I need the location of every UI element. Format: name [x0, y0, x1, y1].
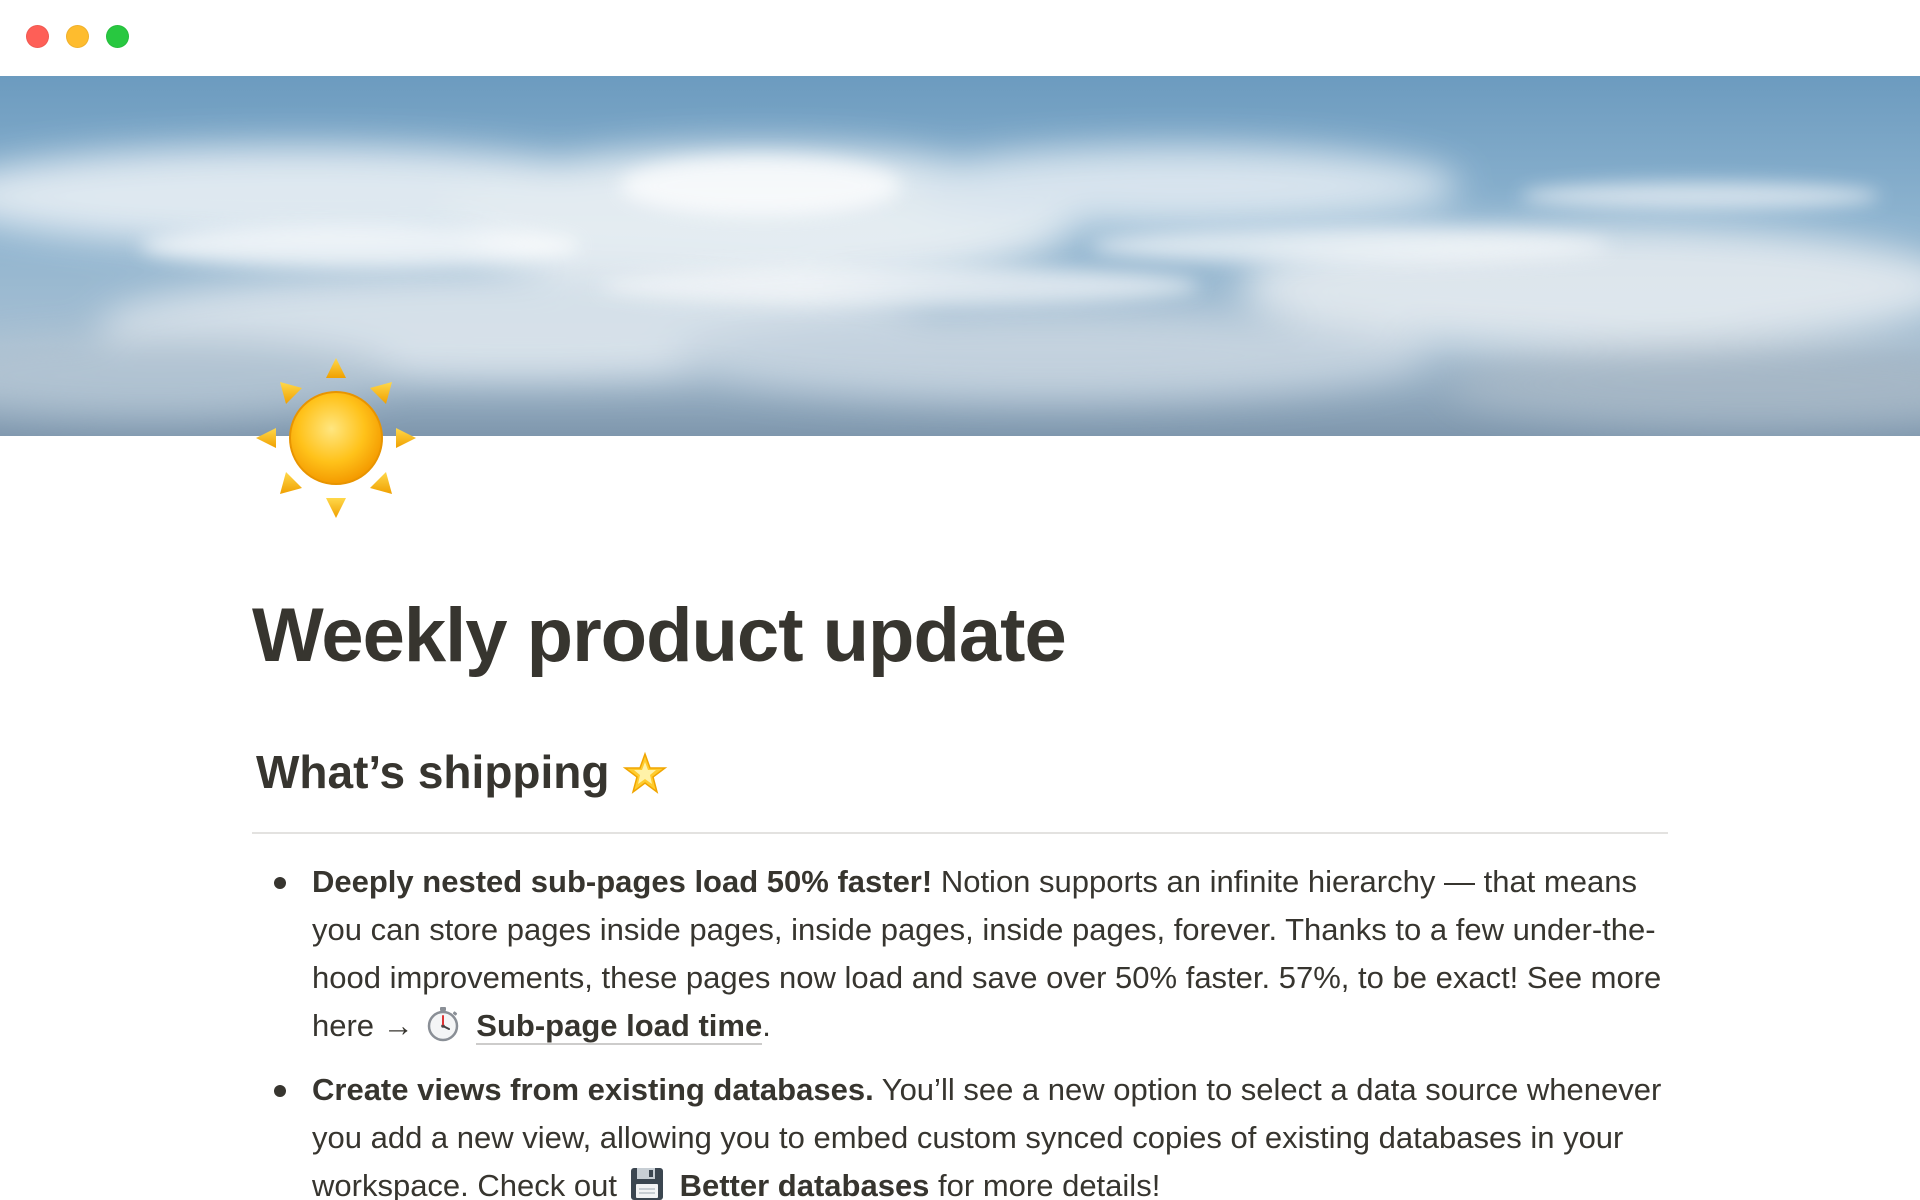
floppy-disk-icon: [628, 1165, 666, 1200]
minimize-window-button[interactable]: [66, 25, 89, 48]
bulleted-list: Deeply nested sub-pages load 50% faster!…: [252, 858, 1672, 1200]
stopwatch-icon: [424, 1005, 462, 1043]
bullet-text-after: for more details!: [929, 1168, 1161, 1200]
app-window: Weekly product update What’s shipping De…: [0, 0, 1920, 1200]
title-bar: [0, 0, 1920, 76]
section-divider: [252, 832, 1668, 834]
subpage-load-time-link[interactable]: Sub-page load time: [476, 1008, 763, 1045]
close-window-button[interactable]: [26, 25, 49, 48]
glowing-star-icon: [622, 749, 668, 795]
bullet-dot: [274, 1085, 286, 1097]
bullet-text-after: .: [762, 1008, 771, 1043]
bullet-dot: [274, 877, 286, 889]
better-databases-link[interactable]: Better databases: [679, 1168, 930, 1200]
list-item[interactable]: Deeply nested sub-pages load 50% faster!…: [252, 858, 1672, 1050]
bullet-bold-text: Create views from existing databases.: [312, 1072, 874, 1107]
page-title[interactable]: Weekly product update: [252, 580, 1067, 692]
zoom-window-button[interactable]: [106, 25, 129, 48]
section-heading[interactable]: What’s shipping: [256, 740, 668, 804]
list-item[interactable]: Create views from existing databases. Yo…: [252, 1066, 1672, 1200]
bullet-bold-text: Deeply nested sub-pages load 50% faster!: [312, 864, 933, 899]
sun-icon[interactable]: [256, 358, 416, 518]
section-heading-text: What’s shipping: [256, 746, 610, 798]
